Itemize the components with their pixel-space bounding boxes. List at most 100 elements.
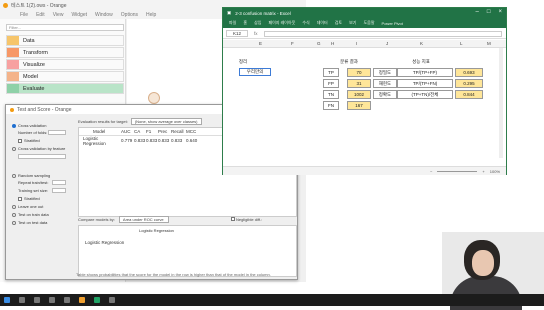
app-icon[interactable] <box>109 297 115 303</box>
col-m[interactable]: M <box>487 41 491 46</box>
formula-input[interactable] <box>263 30 502 37</box>
category-model[interactable]: Model <box>6 71 124 82</box>
metric-precision-formula[interactable]: TP/(TP+FP) <box>397 68 453 77</box>
orange-taskbar-icon[interactable] <box>79 297 85 303</box>
col-model[interactable]: Model <box>79 129 121 134</box>
tab-power-pivot[interactable]: Power Pivot <box>382 21 403 26</box>
cross-validation-option[interactable]: Cross validation <box>12 123 46 128</box>
col-auc[interactable]: AUC <box>121 129 134 134</box>
save-icon[interactable]: ▣ <box>227 10 231 16</box>
excel-taskbar-icon[interactable] <box>94 297 100 303</box>
fx-icon[interactable]: fx <box>254 31 258 36</box>
menu-help[interactable]: Help <box>146 12 156 18</box>
menu-window[interactable]: Window <box>95 12 113 18</box>
metric-precision-name[interactable]: 정밀도 <box>373 68 397 77</box>
metric-recall-value[interactable]: 0.295 <box>455 79 483 88</box>
start-icon[interactable] <box>4 297 10 303</box>
explorer-icon[interactable] <box>49 297 55 303</box>
folds-combo[interactable] <box>48 130 66 135</box>
zoom-minus-icon[interactable]: − <box>430 169 432 174</box>
repeat-combo[interactable] <box>52 180 66 185</box>
search-icon[interactable] <box>19 297 25 303</box>
col-h[interactable]: H <box>331 41 334 46</box>
blue-cell[interactable]: 우리만의 <box>239 68 271 76</box>
value-tn[interactable]: 1002 <box>347 90 371 99</box>
category-visualize[interactable]: Visualize <box>6 59 124 70</box>
metric-accuracy-name[interactable]: 정확도 <box>373 90 397 99</box>
compare-select[interactable]: Area under ROC curve <box>118 216 169 223</box>
category-data[interactable]: Data <box>6 35 124 46</box>
col-f[interactable]: F <box>291 41 294 46</box>
name-box[interactable]: K12 <box>226 30 249 37</box>
col-l[interactable]: L <box>460 41 463 46</box>
col-mcc[interactable]: MCC <box>186 129 199 134</box>
test-on-train-option[interactable]: Test on train data <box>12 212 49 217</box>
tab-home[interactable]: 홈 <box>243 20 247 26</box>
col-j[interactable]: J <box>386 41 388 46</box>
category-transform[interactable]: Transform <box>6 47 124 58</box>
col-recall[interactable]: Recall <box>171 129 186 134</box>
col-i[interactable]: I <box>356 41 357 46</box>
cell-auc: 0.779 <box>121 138 133 143</box>
zoom-plus-icon[interactable]: + <box>482 169 484 174</box>
metrics-header[interactable]: 성능 지표 <box>391 58 451 66</box>
close-icon[interactable]: × <box>498 9 502 15</box>
maximize-icon[interactable]: □ <box>487 9 491 15</box>
menu-edit[interactable]: Edit <box>36 12 45 18</box>
cell-header-left[interactable]: 정리 <box>233 58 253 65</box>
browser-icon[interactable] <box>64 297 70 303</box>
stratified-check-2[interactable]: Stratified <box>18 196 40 201</box>
metric-recall-formula[interactable]: TP/(TP+FN) <box>397 79 453 88</box>
toolbox-filter-input[interactable]: Filter... <box>6 24 124 31</box>
train-size-combo[interactable] <box>52 188 66 193</box>
col-ca[interactable]: CA <box>134 129 146 134</box>
label-tp[interactable]: TP <box>323 68 339 77</box>
menu-file[interactable]: File <box>20 12 28 18</box>
visualize-category-swatch <box>7 60 19 69</box>
test-on-test-option[interactable]: Test on test data <box>12 220 47 225</box>
tab-insert[interactable]: 삽입 <box>254 20 261 26</box>
cv-by-feature-option[interactable]: Cross validation by feature <box>12 146 65 151</box>
tab-view[interactable]: 보기 <box>349 20 356 26</box>
value-fn[interactable]: 167 <box>347 101 371 110</box>
zoom-slider[interactable] <box>437 170 478 172</box>
sheet-grid[interactable]: 정리 우리만의 분류 결과 TP 70 FP 31 TN 1002 FN 167… <box>223 48 506 164</box>
menu-options[interactable]: Options <box>121 12 138 18</box>
col-e[interactable]: E <box>259 41 262 46</box>
eval-target-select[interactable]: (None, show average over classes) <box>130 118 202 125</box>
option-label: Stratified <box>24 196 40 201</box>
tab-formulas[interactable]: 수식 <box>302 20 309 26</box>
menu-view[interactable]: View <box>53 12 64 18</box>
tab-data[interactable]: 데이터 <box>317 20 328 26</box>
value-tp[interactable]: 70 <box>347 68 371 77</box>
metric-recall-name[interactable]: 재현도 <box>373 79 397 88</box>
label-fn[interactable]: FN <box>323 101 339 110</box>
result-header[interactable]: 분류 결과 <box>327 58 371 66</box>
menu-widget[interactable]: Widget <box>71 12 87 18</box>
feature-combo[interactable] <box>18 154 66 159</box>
col-k[interactable]: K <box>420 41 423 46</box>
label-tn[interactable]: TN <box>323 90 339 99</box>
col-prec[interactable]: Prec <box>158 129 171 134</box>
stratified-check[interactable]: Stratified <box>18 138 40 143</box>
metric-accuracy-value[interactable]: 0.844 <box>455 90 483 99</box>
tab-page-layout[interactable]: 페이지 레이아웃 <box>268 20 295 26</box>
label-fp[interactable]: FP <box>323 79 339 88</box>
negligible-check[interactable]: Negligible diff.: <box>230 217 262 222</box>
tab-help[interactable]: 도움말 <box>363 20 374 26</box>
test-and-score-node-icon[interactable] <box>148 92 160 104</box>
category-evaluate[interactable]: Evaluate <box>6 83 124 94</box>
minimize-icon[interactable]: – <box>476 9 479 15</box>
value-fp[interactable]: 31 <box>347 79 371 88</box>
leave-one-out-option[interactable]: Leave one out <box>12 204 43 209</box>
vertical-scrollbar[interactable] <box>499 48 503 158</box>
taskview-icon[interactable] <box>34 297 40 303</box>
col-g[interactable]: G <box>317 41 321 46</box>
metric-accuracy-formula[interactable]: (TP+TN)/전체 <box>397 90 453 99</box>
col-f1[interactable]: F1 <box>146 129 158 134</box>
radio-icon <box>12 220 16 225</box>
tab-file[interactable]: 파일 <box>229 20 236 26</box>
tab-review[interactable]: 검토 <box>335 20 342 26</box>
random-sampling-option[interactable]: Random sampling <box>12 173 50 178</box>
metric-precision-value[interactable]: 0.693 <box>455 68 483 77</box>
